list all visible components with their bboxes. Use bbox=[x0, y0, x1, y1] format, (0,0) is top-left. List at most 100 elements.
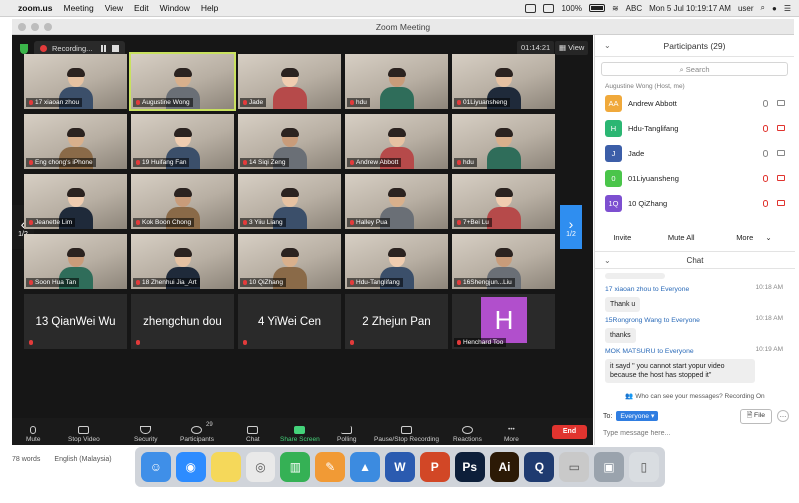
video-tile[interactable]: 01Liyuansheng bbox=[452, 54, 555, 109]
control-center-icon[interactable]: ☰ bbox=[784, 4, 791, 13]
battery-icon[interactable] bbox=[588, 4, 605, 12]
video-tile[interactable]: 10 QiZhang bbox=[238, 234, 341, 289]
video-tile[interactable]: H Henchard Too bbox=[452, 294, 555, 349]
word-icon[interactable]: W bbox=[385, 452, 415, 482]
participant-row[interactable]: H Hdu-Tanglifang bbox=[595, 116, 795, 141]
pause-recording-icon[interactable] bbox=[101, 45, 104, 52]
preview-icon[interactable]: ▭ bbox=[559, 452, 590, 482]
microphone-icon[interactable] bbox=[763, 100, 768, 107]
zoom-status-icon[interactable] bbox=[543, 3, 555, 13]
video-tile[interactable]: 17 xiaoan zhou bbox=[24, 54, 127, 109]
video-tile[interactable]: Kok Boon Chong bbox=[131, 174, 234, 229]
menu-window[interactable]: Window bbox=[160, 3, 190, 13]
wifi-icon[interactable]: ≋ bbox=[612, 4, 619, 13]
share-screen-button[interactable]: Share Screen bbox=[280, 426, 320, 443]
chevron-down-icon[interactable]: ⌄ bbox=[604, 252, 611, 270]
participant-row[interactable]: AA Andrew Abbott bbox=[595, 91, 795, 116]
camera-icon[interactable] bbox=[777, 100, 785, 106]
pages-icon[interactable]: ✎ bbox=[315, 452, 346, 482]
participants-more-button[interactable]: More ⌄ bbox=[726, 231, 781, 244]
notes-icon[interactable] bbox=[210, 452, 241, 482]
menu-meeting[interactable]: Meeting bbox=[63, 3, 93, 13]
keynote-icon[interactable]: ▲ bbox=[350, 452, 381, 482]
video-tile[interactable]: zhengchun dou bbox=[131, 294, 234, 349]
chrome-icon[interactable]: ◎ bbox=[245, 452, 276, 482]
view-button[interactable]: ▦ View bbox=[555, 41, 589, 55]
participant-row[interactable]: 1Q 10 QiZhang bbox=[595, 191, 795, 216]
illustrator-icon[interactable]: Ai bbox=[489, 452, 520, 482]
zoom-window-button[interactable] bbox=[44, 23, 52, 31]
participants-button[interactable]: Participants bbox=[180, 426, 214, 443]
video-tile[interactable]: 2 Zhejun Pan bbox=[345, 294, 448, 349]
pause-stop-recording-button[interactable]: Pause/Stop Recording bbox=[374, 426, 439, 443]
screenshot-icon[interactable]: ▣ bbox=[594, 452, 625, 482]
camera-icon[interactable] bbox=[777, 175, 785, 181]
camera-icon[interactable] bbox=[777, 125, 785, 131]
close-window-button[interactable] bbox=[18, 23, 26, 31]
chevron-down-icon[interactable]: ⌄ bbox=[604, 35, 611, 57]
participant-row[interactable]: Augustine Wong (Host, me) bbox=[595, 81, 795, 91]
video-tile[interactable]: 7+Bei Lu bbox=[452, 174, 555, 229]
menubar-clock[interactable]: Mon 5 Jul 10:19:17 AM bbox=[649, 4, 731, 13]
participants-search-input[interactable]: ⌕ Search bbox=[601, 62, 788, 76]
microphone-icon[interactable] bbox=[763, 175, 768, 182]
next-page-button[interactable]: › 1/2 bbox=[560, 205, 582, 249]
trash-icon[interactable]: ▯ bbox=[629, 452, 659, 482]
security-shield-icon[interactable] bbox=[20, 44, 28, 54]
video-tile[interactable]: 18 Zhenhui Jia_Art bbox=[131, 234, 234, 289]
chat-button[interactable]: Chat bbox=[246, 426, 260, 443]
microphone-icon[interactable] bbox=[763, 200, 768, 207]
video-tile[interactable]: 13 QianWei Wu bbox=[24, 294, 127, 349]
end-meeting-button[interactable]: End bbox=[552, 425, 587, 439]
stop-video-button[interactable]: Stop Video bbox=[68, 426, 100, 443]
photoshop-icon[interactable]: Ps bbox=[454, 452, 485, 482]
video-tile[interactable]: Halley Pua bbox=[345, 174, 448, 229]
video-tile[interactable]: 19 Huifang Fan bbox=[131, 114, 234, 169]
video-tile[interactable]: 3 Yiiu Liang bbox=[238, 174, 341, 229]
quicktime-icon[interactable]: Q bbox=[524, 452, 555, 482]
screen-share-status-icon[interactable] bbox=[525, 3, 537, 13]
message-visibility-note[interactable]: 👥 Who can see your messages? Recording O… bbox=[595, 392, 795, 400]
menu-edit[interactable]: Edit bbox=[134, 3, 149, 13]
keyboard-layout[interactable]: ABC bbox=[626, 4, 642, 13]
video-tile[interactable]: Eng chong's iPhone bbox=[24, 114, 127, 169]
menu-help[interactable]: Help bbox=[201, 3, 218, 13]
camera-icon[interactable] bbox=[777, 150, 785, 156]
siri-icon[interactable]: ● bbox=[772, 4, 777, 13]
menubar-user[interactable]: user bbox=[738, 4, 754, 13]
zoom-icon[interactable]: ◉ bbox=[175, 452, 206, 482]
microphone-icon[interactable] bbox=[763, 150, 768, 157]
video-tile[interactable]: hdu bbox=[452, 114, 555, 169]
video-tile[interactable]: Jade bbox=[238, 54, 341, 109]
mute-all-button[interactable]: Mute All bbox=[663, 231, 700, 244]
video-tile[interactable]: Augustine Wong bbox=[129, 52, 236, 111]
chat-more-button[interactable]: … bbox=[777, 410, 789, 422]
stop-recording-icon[interactable] bbox=[112, 45, 120, 52]
camera-icon[interactable] bbox=[777, 200, 785, 206]
participant-row[interactable]: J Jade bbox=[595, 141, 795, 166]
participant-row[interactable]: 0 01Liyuansheng bbox=[595, 166, 795, 191]
reactions-button[interactable]: Reactions bbox=[453, 426, 482, 443]
chat-message-input[interactable] bbox=[603, 426, 789, 440]
menu-view[interactable]: View bbox=[105, 3, 123, 13]
microphone-icon[interactable] bbox=[763, 125, 768, 132]
video-tile[interactable]: Jeanette Lim bbox=[24, 174, 127, 229]
search-icon[interactable]: ⌕ bbox=[761, 3, 765, 13]
video-tile[interactable]: 16Shengjun...Liu bbox=[452, 234, 555, 289]
file-button[interactable]: 🗎 File bbox=[739, 408, 772, 424]
mute-button[interactable]: Mute bbox=[26, 426, 40, 443]
video-tile[interactable]: 14 Siqi Zeng bbox=[238, 114, 341, 169]
video-tile[interactable]: Soon Hua Tan bbox=[24, 234, 127, 289]
video-tile[interactable]: Andrew Abbott bbox=[345, 114, 448, 169]
numbers-icon[interactable]: ▥ bbox=[280, 452, 311, 482]
minimize-window-button[interactable] bbox=[31, 23, 39, 31]
video-tile[interactable]: Hdu-Tanglifang bbox=[345, 234, 448, 289]
video-tile[interactable]: hdu bbox=[345, 54, 448, 109]
polling-button[interactable]: Polling bbox=[337, 426, 357, 443]
invite-button[interactable]: Invite bbox=[608, 231, 636, 244]
recipient-dropdown[interactable]: Everyone ▾ bbox=[616, 411, 659, 421]
menu-app-name[interactable]: zoom.us bbox=[18, 3, 52, 13]
powerpoint-icon[interactable]: P bbox=[419, 452, 450, 482]
finder-icon[interactable]: ☺ bbox=[141, 452, 171, 482]
more-button[interactable]: ••• More bbox=[504, 426, 519, 443]
